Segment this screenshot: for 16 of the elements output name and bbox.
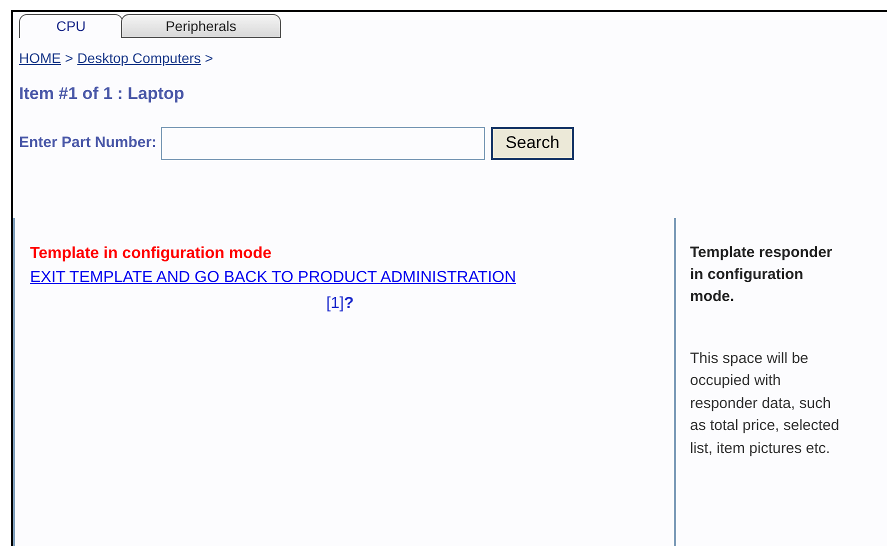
breadcrumb-separator: > <box>204 49 214 68</box>
breadcrumb-separator: > <box>65 49 74 68</box>
breadcrumb-link[interactable]: Desktop Computers <box>77 48 201 69</box>
responder-description: This space will be occupied with responder data, such as total price, selected list, item pictures etc. <box>690 348 840 458</box>
part-number-label: Enter Part Number: <box>19 132 157 153</box>
item-heading: Item #1 of 1 : Laptop <box>18 83 186 105</box>
search-button[interactable]: Search <box>490 126 574 160</box>
exit-template-link[interactable]: EXIT TEMPLATE AND GO BACK TO PRODUCT ADMINISTRATION <box>30 268 516 286</box>
status-message: Template in configuration mode <box>30 244 272 264</box>
responder-title: Template responder in configuration mode. <box>690 242 834 306</box>
breadcrumb-link[interactable]: HOME <box>19 48 61 69</box>
part-number-field[interactable] <box>160 126 485 160</box>
page-link[interactable]: [1] <box>326 292 344 316</box>
tab[interactable]: Peripherals <box>121 14 281 38</box>
help-mark: ? <box>344 294 354 314</box>
tab[interactable]: CPU <box>19 14 123 38</box>
